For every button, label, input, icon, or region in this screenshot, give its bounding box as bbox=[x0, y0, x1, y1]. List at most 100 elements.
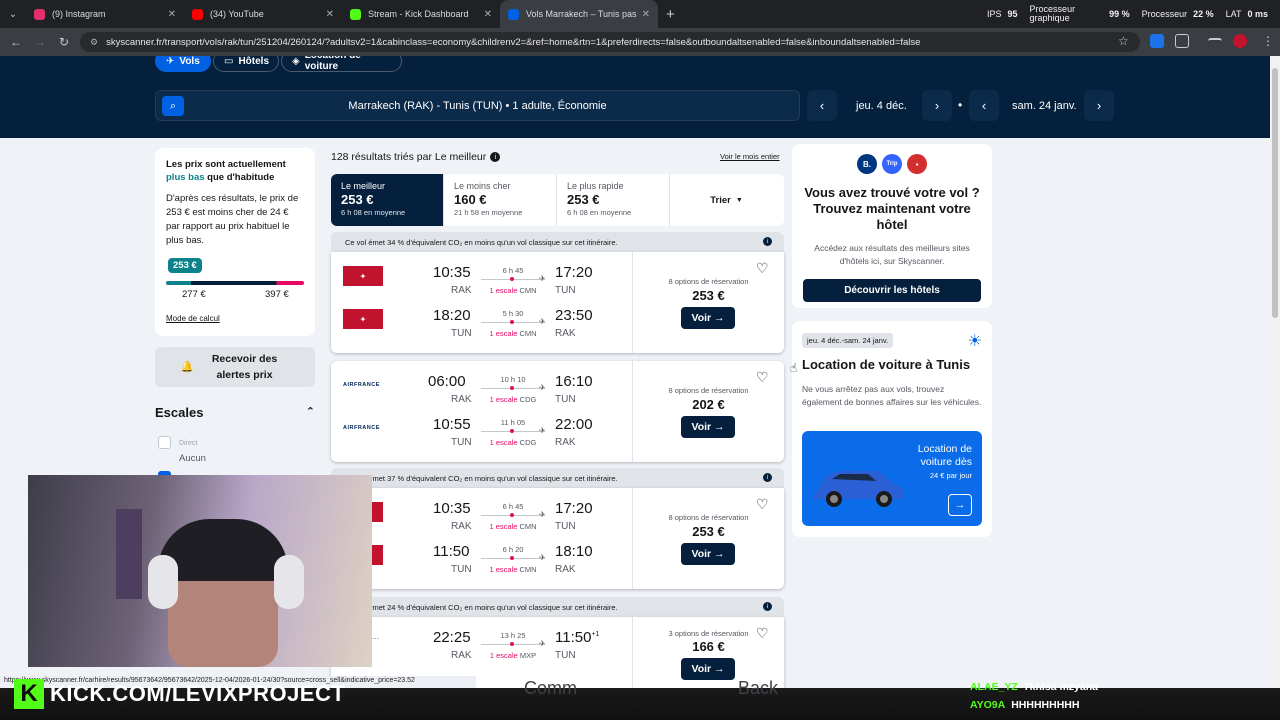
arrive-time: 23:50 bbox=[555, 307, 593, 324]
save-heart-icon[interactable]: ♡ bbox=[756, 496, 769, 513]
direct-checkbox[interactable] bbox=[158, 436, 171, 449]
car-hire-banner[interactable]: Location de voiture dès 24 € par jour → bbox=[802, 431, 982, 526]
close-tab-icon[interactable]: ✕ bbox=[326, 9, 334, 20]
depart-prev-button[interactable]: ‹ bbox=[807, 90, 837, 121]
save-heart-icon[interactable]: ♡ bbox=[756, 369, 769, 386]
save-heart-icon[interactable]: ♡ bbox=[756, 260, 769, 277]
tab-search-icon[interactable]: ⌄ bbox=[0, 0, 26, 28]
hotels-logo: ▪ bbox=[907, 154, 927, 174]
stop-dot bbox=[510, 513, 514, 517]
tab-title: (34) YouTube bbox=[210, 9, 264, 19]
tab-youtube[interactable]: (34) YouTube ✕ bbox=[184, 0, 342, 28]
duration: 6 h 45 bbox=[502, 502, 524, 511]
url-field[interactable]: ⚙ skyscanner.fr/transport/vols/rak/tun/2… bbox=[80, 32, 1140, 52]
stop-via: CDG bbox=[519, 438, 537, 447]
price-low-label: 277 € bbox=[182, 289, 206, 300]
profile-avatar[interactable] bbox=[1233, 34, 1247, 48]
tab-skyscanner[interactable]: Vols Marrakech – Tunis pas che ✕ bbox=[500, 0, 658, 28]
stop-count: 1 escale bbox=[489, 565, 518, 574]
depart-time: 10:35 bbox=[433, 264, 471, 281]
sort-tab-label: Le moins cher bbox=[454, 181, 511, 191]
stop-count: 1 escale bbox=[489, 651, 518, 660]
arrive-time: 17:20 bbox=[555, 264, 593, 281]
browser-menu-icon[interactable]: ⋮ bbox=[1262, 34, 1274, 48]
booking-options: 8 options de réservation bbox=[668, 386, 749, 395]
duration: 6 h 20 bbox=[502, 545, 524, 554]
calculation-mode-link[interactable]: Mode de calcul bbox=[166, 314, 220, 323]
stops-filter-header[interactable]: Escales ⌃ bbox=[155, 405, 315, 420]
sort-tab-price: 253 € bbox=[567, 192, 600, 207]
stops-info: 1 escale CDG bbox=[481, 395, 545, 404]
info-icon[interactable]: i bbox=[763, 602, 772, 611]
provider-logo-icon: ☀ bbox=[967, 333, 982, 350]
whole-month-link[interactable]: Voir le mois entier bbox=[720, 152, 780, 161]
car-hire-card[interactable]: jeu. 4 déc.-sam. 24 janv. ☀ Location de … bbox=[792, 321, 992, 537]
forward-icon[interactable]: → bbox=[28, 35, 52, 49]
tab-kick-dashboard[interactable]: Stream - Kick Dashboard ✕ bbox=[342, 0, 500, 28]
search-summary[interactable]: ⌕ Marrakech (RAK) - Tunis (TUN) • 1 adul… bbox=[155, 90, 800, 121]
new-tab-button[interactable]: + bbox=[666, 6, 675, 23]
chevron-up-icon[interactable]: ⌃ bbox=[306, 405, 315, 418]
result-price: 253 € bbox=[692, 288, 725, 303]
result-card[interactable]: ✦ 10:35 RAK 6 h 45 ✈ 1 escale CMN 17:20 … bbox=[331, 488, 784, 589]
return-next-button[interactable]: › bbox=[1084, 90, 1114, 121]
sort-tab-label: Le meilleur bbox=[341, 181, 386, 191]
info-icon[interactable]: i bbox=[763, 237, 772, 246]
sort-tab-duration: 6 h 08 en moyenne bbox=[567, 208, 632, 217]
outbound-leg: Malta + …isair 22:25 RAK 13 h 25 ✈ 1 esc… bbox=[331, 629, 631, 671]
tab-cheapest[interactable]: Le moins cher 160 € 21 h 58 en moyenne bbox=[444, 174, 557, 226]
info-icon[interactable]: i bbox=[763, 473, 772, 482]
arrow-right-icon[interactable]: → bbox=[948, 494, 972, 516]
result-card[interactable]: AIRFRANCE 06:00 RAK 10 h 10 ✈ 1 escale C… bbox=[331, 361, 784, 462]
tab-fastest[interactable]: Le plus rapide 253 € 6 h 08 en moyenne bbox=[557, 174, 670, 226]
cpu-value: 22 % bbox=[1193, 8, 1214, 19]
view-deal-button[interactable]: Voir → bbox=[681, 416, 735, 438]
site-info-icon[interactable]: ⚙ bbox=[90, 37, 98, 48]
depart-airport: RAK bbox=[451, 285, 472, 296]
back-icon[interactable]: ← bbox=[4, 35, 28, 49]
arrive-airport: TUN bbox=[555, 650, 576, 661]
reload-icon[interactable]: ↻ bbox=[52, 35, 76, 49]
url-text: skyscanner.fr/transport/vols/rak/tun/251… bbox=[106, 36, 921, 48]
return-prev-button[interactable]: ‹ bbox=[969, 90, 999, 121]
close-tab-icon[interactable]: ✕ bbox=[484, 9, 492, 20]
chevron-left-icon: ‹ bbox=[981, 98, 987, 113]
extension-icon[interactable] bbox=[1150, 34, 1164, 48]
arrive-airport: RAK bbox=[555, 437, 576, 448]
tab-instagram[interactable]: (9) Instagram ✕ bbox=[26, 0, 184, 28]
pill-hotels[interactable]: ▭ Hôtels bbox=[213, 56, 279, 72]
extensions-puzzle-icon[interactable] bbox=[1175, 34, 1189, 48]
scrollbar-thumb[interactable] bbox=[1272, 68, 1278, 318]
media-icon[interactable] bbox=[1208, 38, 1222, 46]
car-icon: ◈ bbox=[292, 56, 300, 67]
plane-icon: ✈ bbox=[539, 510, 546, 519]
return-leg: ✦ 11:50 TUN 6 h 20 ✈ 1 escale CMN 18:10 … bbox=[331, 543, 631, 585]
bookmark-star-icon[interactable]: ☆ bbox=[1118, 34, 1129, 48]
headphone-left bbox=[148, 555, 178, 609]
arrive-time: 22:00 bbox=[555, 416, 593, 433]
discover-hotels-button[interactable]: Découvrir les hôtels bbox=[803, 279, 981, 302]
sort-dropdown[interactable]: Trier ▼ bbox=[670, 174, 783, 226]
page-scrollbar[interactable] bbox=[1270, 56, 1280, 690]
view-deal-button[interactable]: Voir → bbox=[681, 543, 735, 565]
close-tab-icon[interactable]: ✕ bbox=[168, 9, 176, 20]
stop-count: 1 escale bbox=[489, 522, 518, 531]
pill-car-hire[interactable]: ◈ Location de voiture bbox=[281, 56, 402, 72]
search-header: ✈ Vols ▭ Hôtels ◈ Location de voiture ⌕ Mar… bbox=[0, 56, 1270, 138]
depart-next-button[interactable]: › bbox=[922, 90, 952, 121]
result-card[interactable]: ✦ 10:35 RAK 6 h 45 ✈ 1 escale CMN 17:20 … bbox=[331, 252, 784, 353]
return-date[interactable]: sam. 24 janv. bbox=[1012, 100, 1077, 112]
view-deal-button[interactable]: Voir → bbox=[681, 658, 735, 680]
view-deal-button[interactable]: Voir → bbox=[681, 307, 735, 329]
skyscanner-icon bbox=[508, 8, 519, 20]
close-tab-icon[interactable]: ✕ bbox=[642, 9, 650, 20]
webcam-shelf bbox=[116, 509, 142, 599]
royal-air-maroc-logo: ✦ bbox=[343, 266, 383, 286]
arrive-airport: RAK bbox=[555, 328, 576, 339]
price-alerts-button[interactable]: 🔔 Recevoir des alertes prix bbox=[155, 347, 315, 387]
info-icon[interactable]: i bbox=[490, 152, 501, 162]
depart-date[interactable]: jeu. 4 déc. bbox=[856, 100, 907, 112]
result-price: 253 € bbox=[692, 524, 725, 539]
tab-best[interactable]: Le meilleur 253 € 6 h 08 en moyenne bbox=[331, 174, 444, 226]
pill-flights[interactable]: ✈ Vols bbox=[155, 56, 211, 72]
